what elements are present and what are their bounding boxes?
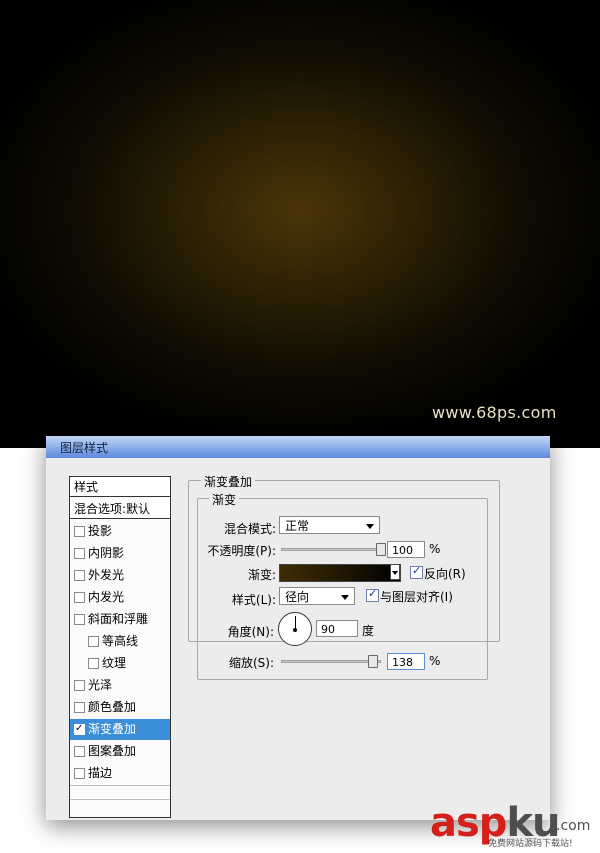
effect-item[interactable]: 纹理 [70,653,170,674]
scale-label: 缩放(S): [228,656,274,670]
opacity-slider-track[interactable] [281,548,381,551]
brand-suffix: .com [556,818,591,834]
effect-label: 斜面和浮雕 [88,612,149,626]
gradient-overlay-title: 渐变叠加 [201,473,256,490]
effect-checkbox[interactable] [74,526,85,537]
style-value: 径向 [285,590,310,604]
scale-slider-thumb[interactable] [368,655,378,668]
list-divider [70,799,170,800]
chevron-down-icon [392,571,398,575]
styles-header[interactable]: 样式 [70,477,170,497]
effect-label: 光泽 [88,678,113,692]
checkmark-icon: ✓ [75,723,84,734]
effect-item[interactable]: 颜色叠加 [70,697,170,718]
effect-item[interactable]: 等高线 [70,631,170,652]
blend-mode-select[interactable]: 正常 [279,516,380,534]
reverse-label: 反向(R) [424,567,466,581]
effect-item[interactable]: 图案叠加 [70,741,170,762]
effect-label: 颜色叠加 [88,700,137,714]
effect-label: 等高线 [102,634,139,648]
blend-options-item[interactable]: 混合选项:默认 [70,499,170,519]
watermark-text: www.68ps.com [432,403,557,422]
align-with-layer-checkbox[interactable]: ✓ [366,587,379,602]
effect-label: 外发光 [88,568,125,582]
effect-checkbox[interactable] [74,680,85,691]
style-select[interactable]: 径向 [279,587,355,605]
style-label: 样式(L): [231,593,276,607]
align-with-layer-label: 与图层对齐(I) [380,590,453,604]
opacity-unit: % [429,542,441,556]
effect-checkbox[interactable] [74,548,85,559]
effect-label: 投影 [88,524,113,538]
chevron-down-icon [366,524,374,529]
opacity-slider-thumb[interactable] [376,543,386,556]
effect-item[interactable]: ✓ 渐变叠加 [70,719,170,740]
effect-item[interactable]: 斜面和浮雕 [70,609,170,630]
blend-mode-value: 正常 [285,519,310,533]
scale-input[interactable]: 138 [387,653,425,670]
angle-input[interactable]: 90 [316,620,358,637]
effect-item[interactable]: 投影 [70,521,170,542]
canvas-preview: www.68ps.com [0,0,600,448]
chevron-down-icon [341,595,349,600]
angle-center [293,628,297,632]
effect-checkbox[interactable] [74,702,85,713]
gradient-picker[interactable] [279,564,401,582]
effect-item[interactable]: 内阴影 [70,543,170,564]
angle-unit: 度 [362,624,375,638]
effect-checkbox[interactable] [74,592,85,603]
checkmark-icon: ✓ [368,587,378,600]
effect-label: 纹理 [102,656,127,670]
effect-label: 描边 [88,766,113,780]
effect-checkbox[interactable] [88,636,99,647]
effect-item[interactable]: 内发光 [70,587,170,608]
list-divider [70,785,170,786]
effect-label: 渐变叠加 [88,722,137,736]
dialog-title: 图层样式 [60,441,109,455]
styles-list: 样式 混合选项:默认 投影内阴影外发光内发光斜面和浮雕等高线纹理光泽颜色叠加 ✓ 渐… [69,476,171,818]
gradient-label: 渐变: [247,568,276,582]
effect-item[interactable]: 光泽 [70,675,170,696]
effect-checkbox[interactable]: ✓ [74,723,85,735]
effect-checkbox[interactable] [74,614,85,625]
gradient-dropdown-button[interactable] [390,564,400,580]
layer-style-dialog: 图层样式 样式 混合选项:默认 投影内阴影外发光内发光斜面和浮雕等高线纹理光泽颜… [46,436,550,820]
gradient-subgroup-title: 渐变 [209,491,240,508]
effect-checkbox[interactable] [88,658,99,669]
blend-mode-label: 混合模式: [223,522,276,536]
effect-item[interactable]: 描边 [70,763,170,784]
opacity-input[interactable]: 100 [387,541,425,558]
scale-slider-track[interactable] [281,660,381,663]
effect-label: 内发光 [88,590,125,604]
reverse-checkbox[interactable]: ✓ [410,564,423,579]
angle-label: 角度(N): [227,625,274,639]
checkmark-icon: ✓ [412,564,422,577]
effect-label: 图案叠加 [88,744,137,758]
effect-label: 内阴影 [88,546,125,560]
opacity-label: 不透明度(P): [207,544,276,558]
scale-unit: % [429,654,441,668]
effect-checkbox[interactable] [74,570,85,581]
brand-tagline: 免费网站源码下载站! [488,839,573,849]
effect-item[interactable]: 外发光 [70,565,170,586]
angle-dial[interactable] [278,612,312,646]
effect-checkbox[interactable] [74,768,85,779]
effect-checkbox[interactable] [74,746,85,757]
dialog-titlebar[interactable]: 图层样式 [46,436,550,458]
